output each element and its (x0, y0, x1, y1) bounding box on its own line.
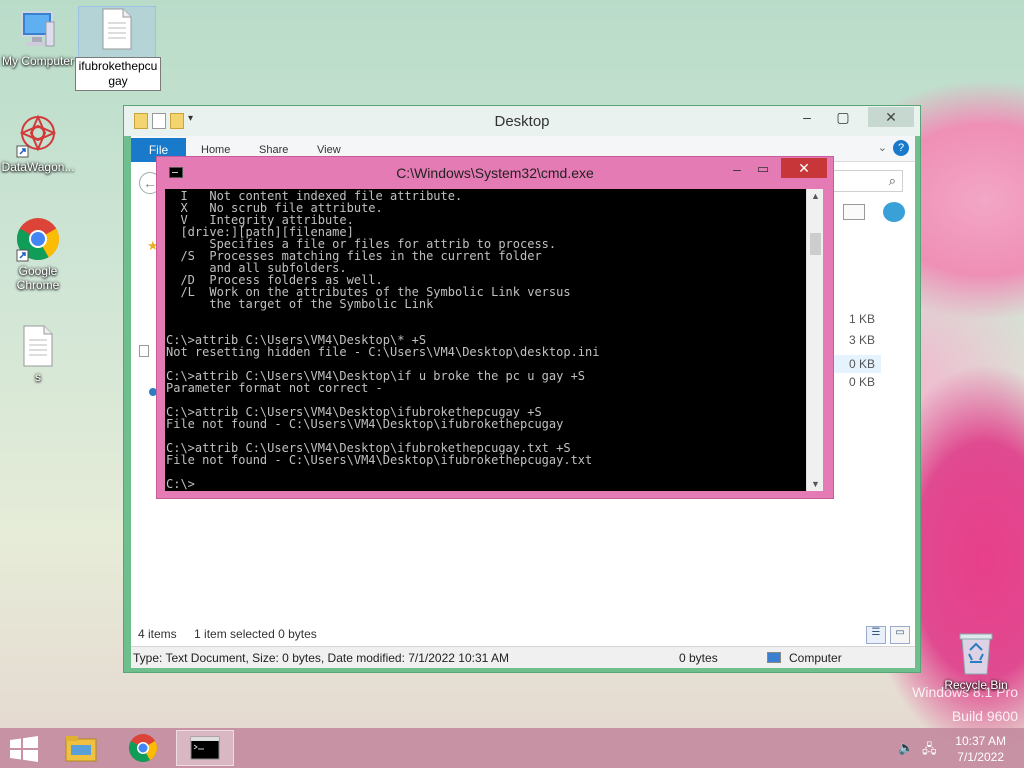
desktop-icon-google-chrome[interactable]: Google Chrome (0, 216, 76, 292)
cmd-window[interactable]: C:\Windows\System32\cmd.exe – ▭ ✕ I Not … (156, 156, 834, 499)
scroll-down-icon[interactable]: ▼ (807, 479, 824, 489)
details-size: 0 bytes (679, 651, 718, 665)
maximize-button[interactable]: ▭ (751, 161, 775, 179)
taskbar-clock[interactable]: 10:37 AM 7/1/2022 (955, 733, 1006, 765)
desktop-icon-label: DataWagon... (1, 160, 75, 174)
file-explorer-icon (65, 736, 97, 762)
help-icon[interactable]: ? (893, 140, 909, 156)
shell-icon (883, 202, 905, 222)
scroll-thumb[interactable] (810, 233, 821, 255)
preview-pane-icon[interactable] (843, 204, 865, 220)
taskbar: 🔈 🖧 10:37 AM 7/1/2022 (0, 728, 1024, 768)
item-count: 4 items (138, 627, 177, 641)
status-bar: 4 items 1 item selected 0 bytes (138, 627, 317, 641)
windows-start-icon[interactable] (8, 736, 40, 762)
volume-muted-icon[interactable]: 🔈 (898, 740, 914, 756)
rename-input[interactable]: ifubrokethepcugay (75, 57, 161, 91)
details-info: Type: Text Document, Size: 0 bytes, Date… (133, 651, 509, 665)
close-button[interactable]: ✕ (781, 158, 827, 178)
maximize-button[interactable]: ▢ (830, 108, 856, 128)
recycle-bin-icon (959, 633, 993, 675)
taskbar-file-explorer[interactable] (52, 730, 110, 766)
details-view-button[interactable]: ☰ (866, 626, 886, 644)
selection-info: 1 item selected 0 bytes (194, 627, 317, 641)
watermark-build: Build 9600 (951, 708, 1018, 724)
network-icon[interactable]: 🖧 (922, 740, 937, 762)
file-size: 1 KB (848, 312, 875, 326)
desktop-icon-label: s (35, 370, 41, 384)
scroll-up-icon[interactable]: ▲ (807, 191, 824, 201)
taskbar-chrome[interactable] (114, 730, 172, 766)
desktop-icon-datawagon[interactable]: DataWagon... (0, 112, 76, 174)
chrome-icon (16, 218, 60, 262)
clock-date: 7/1/2022 (957, 750, 1004, 764)
desktop-icon-ifubrokethepcugay[interactable] (78, 6, 156, 58)
datawagon-icon (16, 114, 57, 158)
computer-icon (21, 11, 55, 47)
cmd-titlebar[interactable]: C:\Windows\System32\cmd.exe – ▭ ✕ (157, 157, 833, 189)
close-button[interactable]: ✕ (868, 107, 914, 127)
desktop-icon-label: Recycle Bin (944, 678, 1008, 692)
desktop-icon-label: My Computer (1, 54, 75, 68)
desktop-icon-label: Google Chrome (16, 264, 60, 292)
file-size: 0 KB (848, 375, 875, 389)
sidebar-pc-icon (139, 345, 149, 357)
explorer-titlebar[interactable]: ▾ Desktop – ▢ ✕ (124, 106, 920, 136)
clock-time: 10:37 AM (955, 734, 1006, 748)
desktop-icon-s[interactable]: s (0, 324, 76, 384)
console-output[interactable]: I Not content indexed file attribute. X … (165, 189, 806, 491)
chrome-icon (129, 734, 157, 762)
tab-view[interactable]: View (317, 144, 341, 156)
file-size: 3 KB (848, 333, 875, 347)
console-text: I Not content indexed file attribute. X … (166, 189, 600, 491)
desktop-icon-my-computer[interactable]: My Computer (0, 8, 76, 68)
taskbar-cmd[interactable] (176, 730, 234, 766)
text-file-icon (23, 325, 53, 367)
minimize-button[interactable]: – (794, 108, 820, 128)
details-location: Computer (789, 651, 842, 665)
cmd-icon (190, 736, 220, 760)
desktop-icon-recycle-bin[interactable]: Recycle Bin (938, 630, 1014, 692)
minimize-button[interactable]: – (725, 161, 749, 179)
tab-share[interactable]: Share (259, 144, 288, 156)
search-icon: ⌕ (888, 173, 896, 188)
details-bar: Type: Text Document, Size: 0 bytes, Date… (131, 646, 915, 668)
tab-home[interactable]: Home (201, 144, 230, 156)
computer-small-icon (767, 652, 781, 663)
text-file-icon (102, 8, 132, 50)
vertical-scrollbar[interactable]: ▲ ▼ (806, 189, 823, 491)
search-input[interactable]: ⌕ (831, 170, 903, 192)
expand-ribbon-icon[interactable]: ⌄ (878, 141, 887, 154)
large-icons-view-button[interactable]: ▭ (890, 626, 910, 644)
